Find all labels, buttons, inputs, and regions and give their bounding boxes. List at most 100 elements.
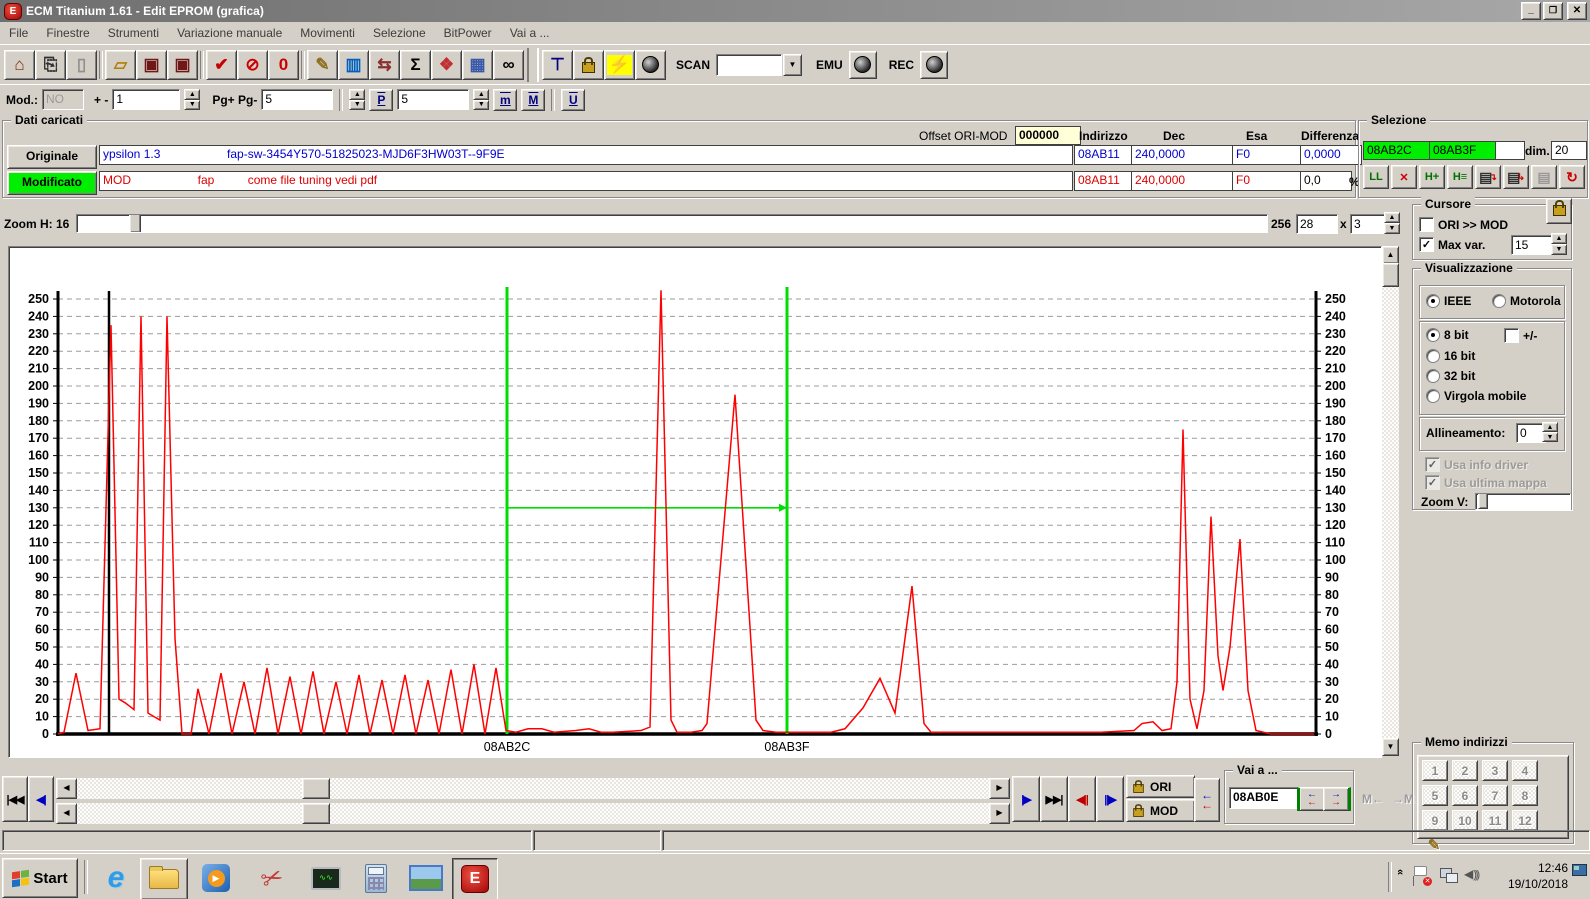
modificato-text-field[interactable]: MOD fap come file tuning vedi pdf (99, 171, 1073, 191)
hscroll-mod-right-arrow[interactable]: ▶ (989, 803, 1010, 824)
taskbar-pictures-icon[interactable] (404, 859, 448, 897)
minimize-button[interactable]: _ (1521, 2, 1541, 20)
step-input[interactable]: 1 (112, 89, 180, 110)
close-button[interactable]: ✕ (1567, 2, 1587, 20)
scan-dropdown-arrow[interactable]: ▼ (783, 54, 802, 76)
step-forward-button[interactable]: |▶ (1012, 776, 1040, 822)
menu-item-vai-a-[interactable]: Vai a ... (501, 23, 559, 43)
menu-item-file[interactable]: File (0, 23, 37, 43)
dim-field[interactable]: 20 (1551, 141, 1587, 160)
hscrollbar-ori[interactable]: ◀ ▶ (56, 778, 1008, 799)
home-button[interactable]: ⌂ (4, 50, 35, 80)
save-button[interactable]: ▣ (136, 50, 167, 80)
virgola-radio[interactable] (1426, 389, 1440, 403)
vscroll-up-arrow[interactable]: ▲ (1382, 246, 1399, 264)
bit16-radio[interactable] (1426, 349, 1440, 363)
page-p-button[interactable]: P (369, 89, 393, 111)
hscroll-ori-left-arrow[interactable]: ◀ (56, 778, 77, 799)
chart-panel[interactable]: 0010102020303040405050606070708080909010… (8, 246, 1382, 758)
taskbar-snipping-icon[interactable]: ✂ (247, 853, 298, 899)
originale-button[interactable]: Originale (7, 145, 97, 169)
sel-start-button[interactable]: LL (1363, 165, 1389, 189)
step-spinner[interactable]: ▲▼ (184, 89, 200, 110)
copy-sel-ori-button[interactable]: ▤↴ (1475, 165, 1501, 189)
plusminus-checkbox[interactable] (1504, 328, 1519, 343)
transfer-arrows-button[interactable]: ⇆ (369, 50, 400, 80)
hscroll-ori-right-arrow[interactable]: ▶ (989, 778, 1010, 799)
selection-start-field[interactable]: 08AB2C (1363, 141, 1431, 160)
max-var-field[interactable]: 15 (1511, 235, 1553, 255)
paste-sel-mod-button[interactable]: ▤↳ (1503, 165, 1529, 189)
hscroll-ori-thumb[interactable] (302, 778, 330, 799)
hscroll-mod-left-arrow[interactable]: ◀ (56, 803, 77, 824)
selection-end-field[interactable]: 08AB3F (1429, 141, 1497, 160)
max-var-spinner[interactable]: ▲▼ (1551, 233, 1567, 255)
emu-knob-button[interactable] (849, 51, 877, 79)
go-first-button[interactable]: |◀◀ (2, 776, 28, 822)
page-input[interactable]: 5 (397, 89, 469, 110)
eprom-graph[interactable]: 0010102020303040405050606070708080909010… (9, 247, 1379, 755)
menu-item-bitpower[interactable]: BitPower (435, 23, 501, 43)
zoom-h-slider-track[interactable] (76, 214, 1268, 233)
pg-input[interactable]: 5 (261, 89, 333, 110)
tray-network-icon[interactable] (1440, 868, 1458, 884)
modificato-button[interactable]: Modificato (7, 171, 97, 195)
max-var-checkbox[interactable]: ✓ (1419, 237, 1434, 252)
zoom-h-mult-field[interactable]: 3 (1350, 214, 1388, 234)
edit-note-button[interactable]: ✎ (307, 50, 338, 80)
selection-extra-field[interactable] (1495, 141, 1525, 160)
vai-a-mod-button[interactable]: →→ (1323, 787, 1351, 811)
ori-mod-checkbox[interactable] (1419, 217, 1434, 232)
start-button[interactable]: Start (2, 858, 78, 898)
zoom-h-width-field[interactable]: 28 (1296, 214, 1338, 234)
motorola-radio[interactable] (1492, 294, 1506, 308)
driver-table-button[interactable]: ⊤ (542, 50, 573, 80)
rec-knob-button[interactable] (920, 51, 948, 79)
zoom-h-slider-thumb[interactable] (129, 214, 141, 233)
step-back-button[interactable]: ◀|| (1068, 776, 1096, 822)
apply-check-button[interactable]: ✔ (206, 50, 237, 80)
vai-a-ori-button[interactable]: ←← (1297, 787, 1325, 811)
menu-item-strumenti[interactable]: Strumenti (99, 23, 168, 43)
undo-button[interactable]: U (561, 89, 585, 111)
ori-scroll-button[interactable]: ORI (1126, 775, 1195, 798)
menu-item-finestre[interactable]: Finestre (37, 23, 98, 43)
vscroll-down-arrow[interactable]: ▼ (1382, 738, 1399, 756)
reset-zero-button[interactable]: 0 (268, 50, 299, 80)
chart-vscrollbar[interactable]: ▲ ▼ (1382, 246, 1399, 756)
graph-button[interactable]: ▦ (462, 50, 493, 80)
menu-item-movimenti[interactable]: Movimenti (291, 23, 364, 43)
tray-expand-chevron[interactable]: « (1394, 869, 1406, 875)
vscroll-thumb[interactable] (1382, 263, 1399, 287)
show-desktop-button[interactable] (1572, 864, 1588, 888)
taskbar-ie-icon[interactable]: e (96, 859, 136, 897)
forbid-button[interactable]: ⊘ (237, 50, 268, 80)
hscroll-mod-thumb[interactable] (302, 803, 330, 824)
bit8-radio[interactable] (1426, 328, 1440, 342)
taskbar-ecm-icon[interactable]: E (452, 858, 498, 899)
tray-clock[interactable]: 12:46 19/10/2018 (1496, 860, 1568, 894)
pg-spinner[interactable]: ▲▼ (349, 89, 365, 110)
hscrollbar-mod[interactable]: ◀ ▶ (56, 803, 1008, 824)
scan-select[interactable] (716, 54, 782, 76)
vai-a-field[interactable]: 08AB0E (1229, 787, 1299, 809)
max-button[interactable]: M (521, 89, 545, 111)
offset-ori-mod-field[interactable]: 000000 (1015, 126, 1081, 145)
shapes-button[interactable]: ❖ (431, 50, 462, 80)
ieee-radio[interactable] (1426, 294, 1440, 308)
taskbar-calculator-icon[interactable] (356, 858, 396, 898)
copy-window-button[interactable]: ⎘ (35, 50, 66, 80)
mod-scroll-button[interactable]: MOD (1126, 799, 1195, 822)
restore-button[interactable]: ❐ (1543, 2, 1563, 20)
sel-width-button[interactable]: H+ (1419, 165, 1445, 189)
lock-button[interactable] (573, 50, 604, 80)
tray-actioncenter-icon[interactable]: ✕ (1414, 866, 1430, 886)
menu-item-selezione[interactable]: Selezione (364, 23, 435, 43)
save-as-button[interactable]: ▣ (167, 50, 198, 80)
allineamento-spinner[interactable]: ▲▼ (1542, 422, 1558, 442)
bit32-radio[interactable] (1426, 369, 1440, 383)
taskbar-mediaplayer-icon[interactable]: ▶ (196, 859, 236, 897)
sel-rows-button[interactable]: H≡ (1447, 165, 1473, 189)
tray-volume-icon[interactable]: ◀))) (1464, 867, 1484, 885)
min-button[interactable]: m (493, 89, 517, 111)
